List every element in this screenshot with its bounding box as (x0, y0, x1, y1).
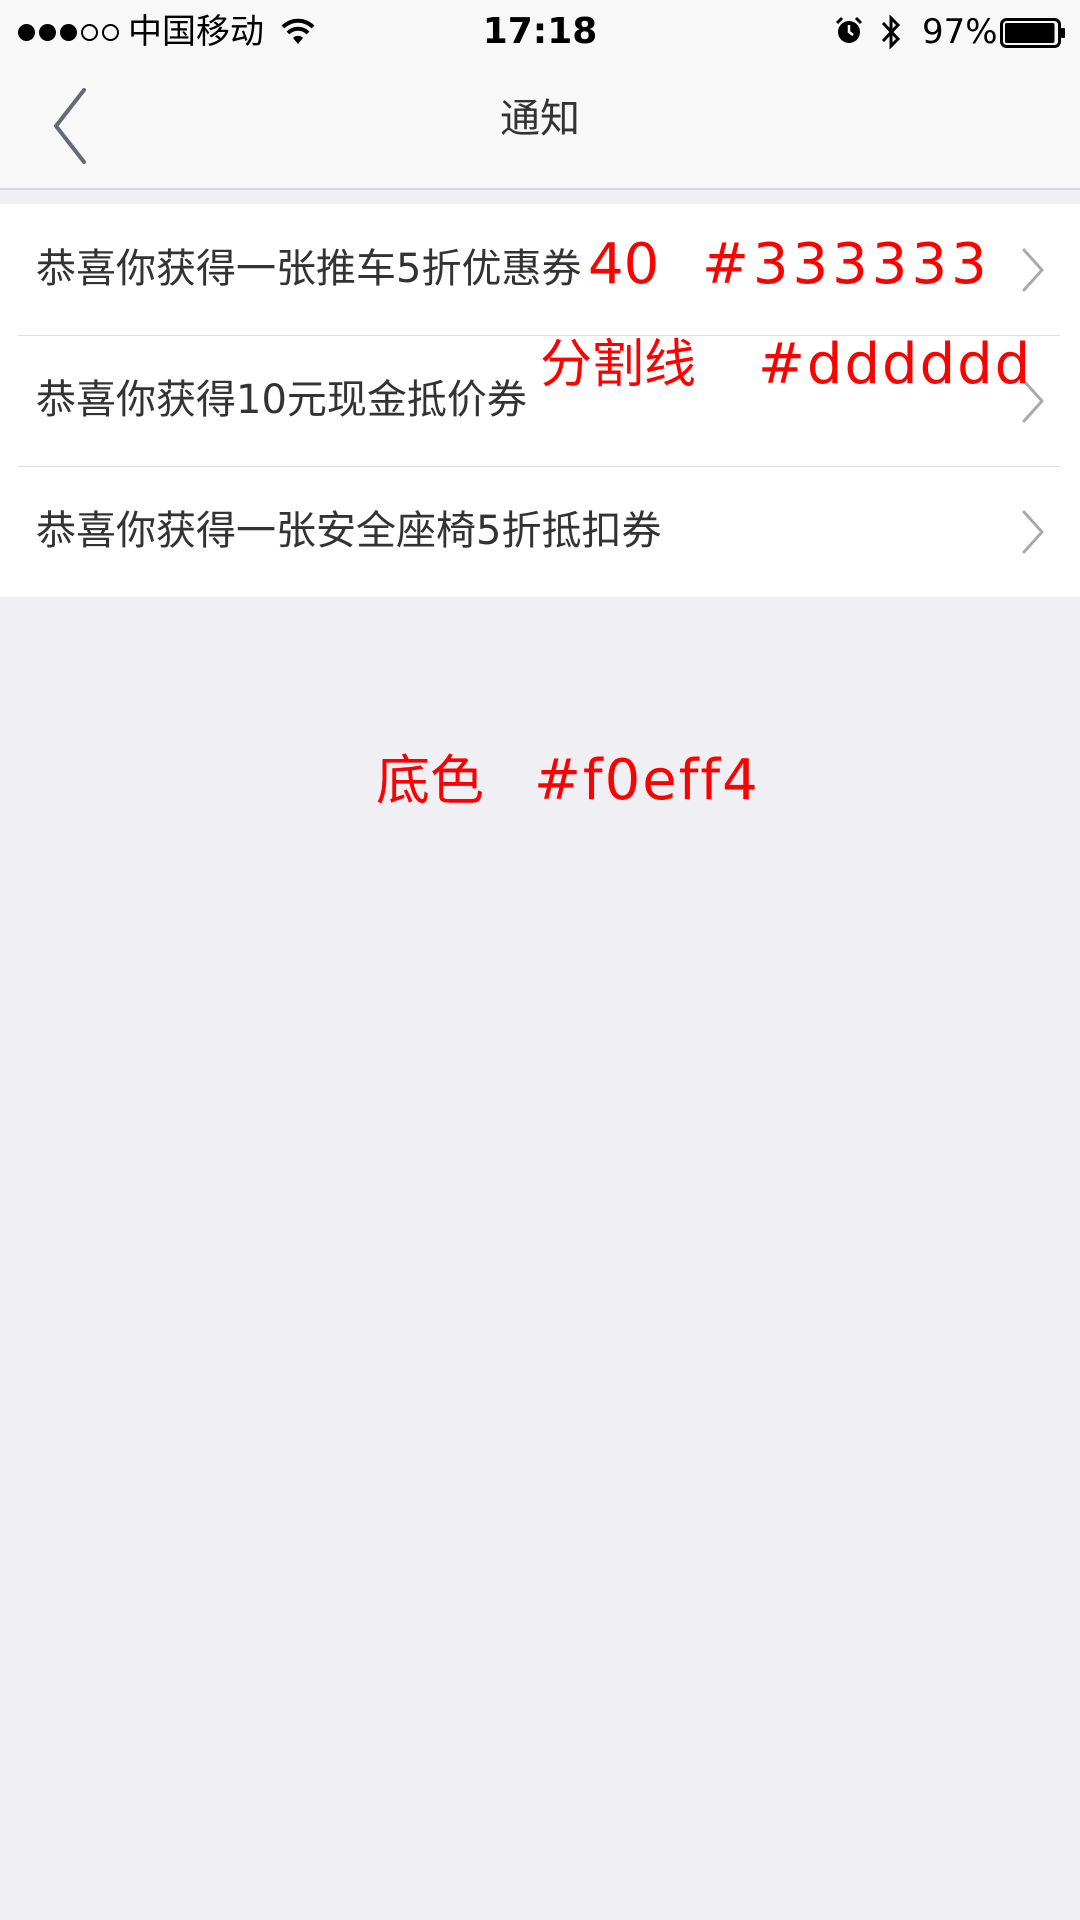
notification-item[interactable]: 恭喜你获得一张安全座椅5折抵扣券 (0, 466, 1080, 597)
annotation-bg-color: #f0eff4 (534, 748, 760, 813)
notification-text: 恭喜你获得10元现金抵价券 (36, 377, 527, 423)
battery-percent: 97% (922, 12, 998, 52)
page-title: 通知 (500, 96, 580, 142)
navigation-bar: 通知 (0, 64, 1080, 190)
annotation-divider-color: #dddddd (758, 332, 1033, 397)
battery-icon (1000, 18, 1065, 48)
status-bar: 中国移动 17:18 97% (0, 0, 1080, 64)
chevron-right-icon (1022, 510, 1044, 554)
annotation-font-size: 40 (588, 232, 660, 297)
annotation-text-color: #333333 (702, 232, 991, 297)
alarm-icon (835, 16, 863, 43)
chevron-right-icon (1022, 248, 1044, 292)
notification-text: 恭喜你获得一张安全座椅5折抵扣券 (36, 508, 662, 554)
status-time: 17:18 (482, 11, 598, 52)
notification-text: 恭喜你获得一张推车5折优惠券 (36, 246, 582, 292)
annotation-divider-label: 分割线 (540, 335, 697, 395)
bluetooth-icon (881, 14, 901, 50)
annotation-bg-label: 底色 (376, 749, 484, 812)
